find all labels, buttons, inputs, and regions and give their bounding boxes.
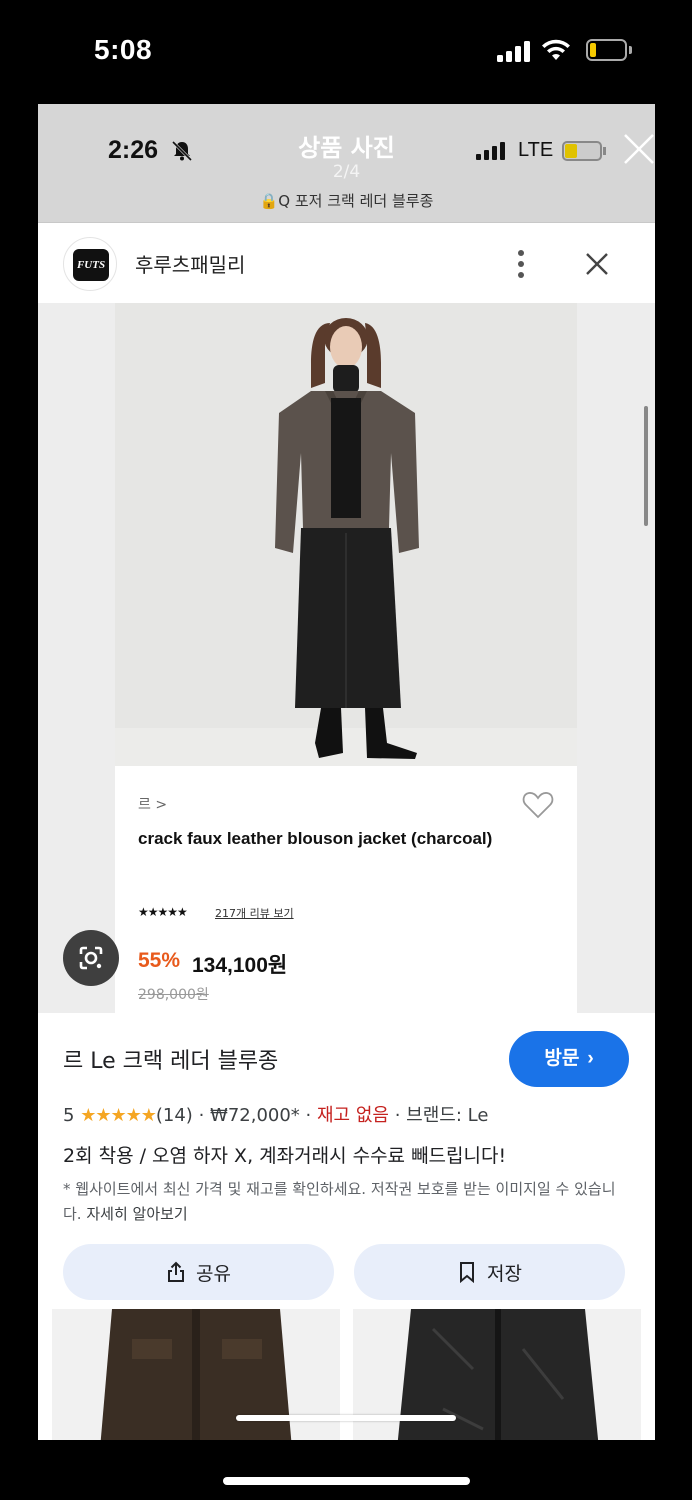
- result-price: ₩72,000*: [210, 1105, 300, 1126]
- inner-battery-icon: [562, 141, 606, 161]
- more-vert-icon[interactable]: [516, 249, 526, 279]
- search-query-label: 🔒Q 포저 크랙 레더 블루종: [259, 192, 434, 210]
- shop-logo[interactable]: FUTS: [63, 237, 117, 291]
- stock-status: 재고 없음: [316, 1105, 389, 1126]
- brand-label: 브랜드: Le: [406, 1105, 489, 1126]
- inner-signal-icon: [476, 142, 508, 160]
- home-indicator[interactable]: [223, 1477, 470, 1485]
- result-title[interactable]: 르 Le 크랙 레더 블루종: [63, 1043, 278, 1075]
- screenshot-content: 2:26 상품 사진 2/4 🔒Q 포저 크랙 레더 블루종 LTE FUTS …: [38, 104, 655, 1440]
- save-button[interactable]: 저장: [354, 1244, 625, 1300]
- share-icon: [168, 1261, 185, 1282]
- wifi-icon: [542, 39, 570, 60]
- result-meta: 5 ★★★★★(14) · ₩72,000* · 재고 없음 · 브랜드: Le: [63, 1105, 489, 1126]
- visit-button[interactable]: 방문 ›: [509, 1031, 629, 1087]
- result-description: 2회 착용 / 오염 하자 X, 계좌거래시 수수료 빼드립니다!: [63, 1145, 507, 1167]
- product-name[interactable]: crack faux leather blouson jacket (charc…: [138, 826, 518, 852]
- outer-status-bar: 5:08: [0, 0, 692, 104]
- result-info-panel: 르 Le 크랙 레더 블루종 방문 › 5 ★★★★★(14) · ₩72,000…: [38, 1013, 655, 1440]
- rating-stars: ★★★★★: [138, 905, 188, 919]
- sale-price: 134,100원: [192, 954, 288, 977]
- scrollbar-thumb[interactable]: [644, 406, 648, 526]
- discount-rate: 55%: [138, 949, 181, 972]
- review-link[interactable]: 217개 리뷰 보기: [215, 905, 294, 921]
- learn-more-link[interactable]: 자세히 알아보기: [86, 1205, 187, 1223]
- close-viewer-icon[interactable]: [622, 132, 655, 166]
- lens-icon: [79, 946, 103, 970]
- shop-bar: FUTS 후루츠패밀리: [38, 223, 655, 303]
- share-button[interactable]: 공유: [63, 1244, 334, 1300]
- brand-breadcrumb[interactable]: 르 >: [138, 794, 167, 814]
- original-price: 298,000원: [138, 987, 209, 1003]
- rating-count: (14): [155, 1105, 193, 1126]
- close-icon[interactable]: [585, 252, 609, 276]
- inner-home-indicator: [236, 1415, 456, 1421]
- network-type: LTE: [518, 139, 554, 161]
- rating-stars-gold: ★★★★★: [80, 1105, 157, 1126]
- image-counter: 2/4: [332, 162, 361, 182]
- shop-name[interactable]: 후루츠패밀리: [135, 249, 245, 278]
- image-viewer-header: 2:26 상품 사진 2/4 🔒Q 포저 크랙 레더 블루종 LTE: [38, 104, 655, 222]
- heart-icon[interactable]: [522, 790, 554, 820]
- price-notice: * 웹사이트에서 최신 가격 및 재고를 확인하세요. 저작권 보호를 받는 이…: [63, 1180, 616, 1223]
- lens-search-button[interactable]: [63, 930, 119, 986]
- battery-icon: [586, 39, 632, 63]
- cellular-signal-icon: [497, 40, 531, 62]
- bookmark-icon: [460, 1262, 475, 1283]
- outer-clock: 5:08: [94, 34, 153, 65]
- chevron-right-icon: ›: [587, 1048, 594, 1069]
- product-photo[interactable]: [115, 303, 577, 766]
- product-card: 르 > crack faux leather blouson jacket (c…: [115, 303, 577, 1013]
- rating-value: 5: [63, 1105, 75, 1126]
